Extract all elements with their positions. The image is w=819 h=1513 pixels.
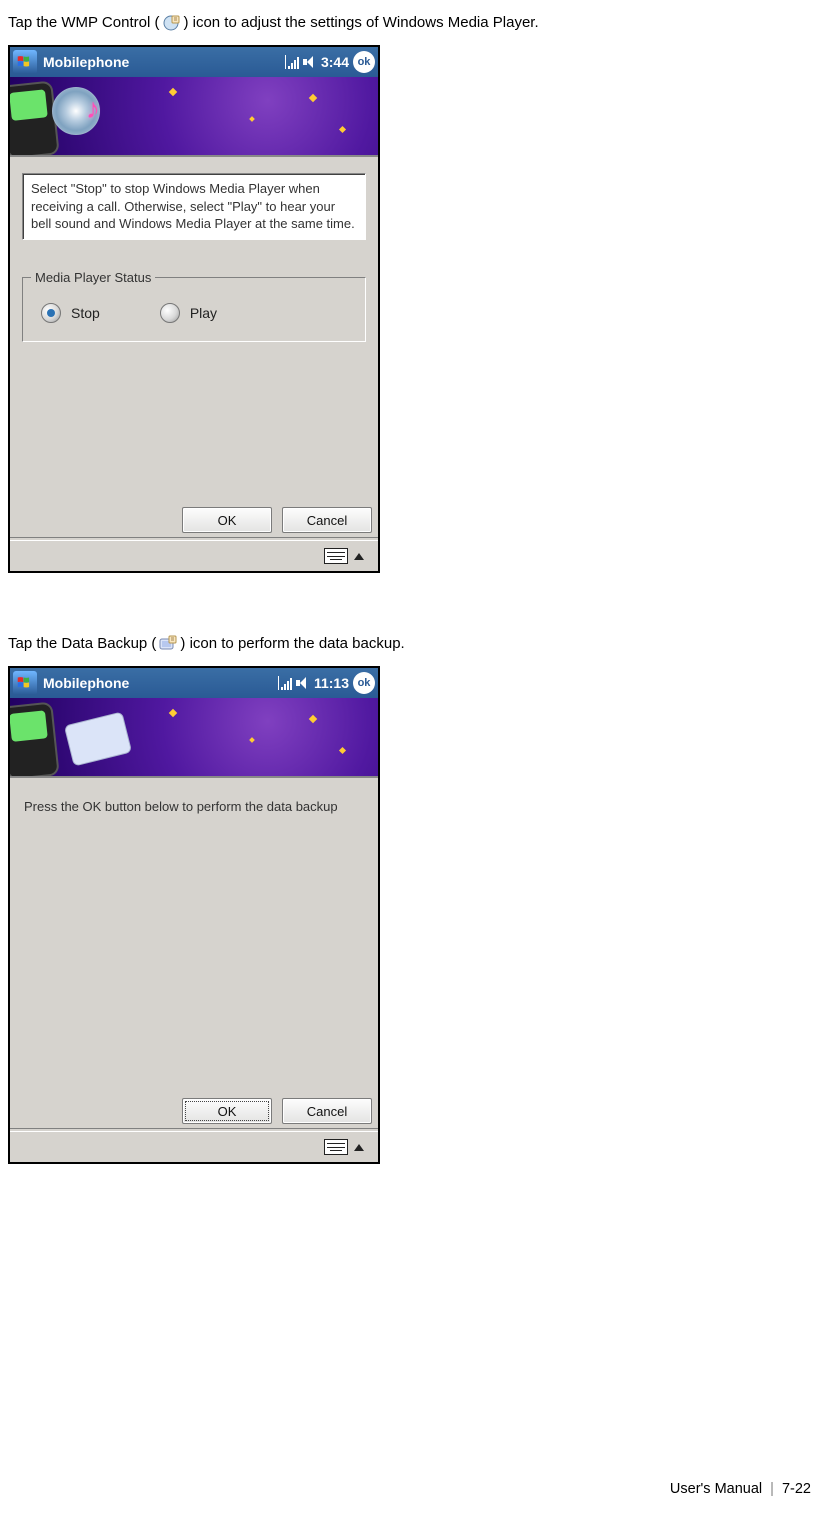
app-banner-backup bbox=[10, 698, 378, 778]
start-icon[interactable] bbox=[13, 671, 37, 695]
footer-label: User's Manual bbox=[670, 1481, 762, 1497]
instruction-wmp-suffix: ) icon to adjust the settings of Windows… bbox=[183, 12, 538, 33]
sip-arrow-icon[interactable] bbox=[354, 553, 364, 560]
ok-button-label: OK bbox=[218, 513, 237, 528]
instruction-backup-suffix: ) icon to perform the data backup. bbox=[180, 633, 404, 654]
cancel-button-label: Cancel bbox=[307, 1104, 347, 1119]
screenshot-backup: Mobilephone 11:13 ok Press the OK button… bbox=[8, 666, 380, 1164]
ok-badge[interactable]: ok bbox=[353, 51, 375, 73]
media-player-status-group: Media Player Status Stop Play bbox=[22, 270, 366, 342]
titlebar: Mobilephone 11:13 ok bbox=[10, 668, 378, 698]
cancel-button[interactable]: Cancel bbox=[282, 1098, 372, 1124]
instruction-backup: Tap the Data Backup ( ) icon to perform … bbox=[8, 633, 811, 654]
footer-separator: | bbox=[770, 1481, 774, 1497]
titlebar-title: Mobilephone bbox=[43, 675, 278, 691]
keyboard-icon[interactable] bbox=[324, 548, 348, 564]
titlebar: Mobilephone 3:44 ok bbox=[10, 47, 378, 77]
radio-play-indicator bbox=[160, 303, 180, 323]
ok-button[interactable]: OK bbox=[182, 1098, 272, 1124]
info-text: Select "Stop" to stop Windows Media Play… bbox=[22, 173, 366, 240]
titlebar-time: 11:13 bbox=[314, 675, 349, 691]
page-footer: User's Manual | 7-22 bbox=[670, 1481, 811, 1497]
ok-badge[interactable]: ok bbox=[353, 672, 375, 694]
screenshot-wmp: Mobilephone 3:44 ok ♪ Select "Stop" to s… bbox=[8, 45, 380, 573]
cancel-button[interactable]: Cancel bbox=[282, 507, 372, 533]
ok-button[interactable]: OK bbox=[182, 507, 272, 533]
radio-play-label: Play bbox=[190, 305, 217, 321]
group-legend: Media Player Status bbox=[31, 270, 155, 285]
volume-icon[interactable] bbox=[296, 676, 310, 690]
start-icon[interactable] bbox=[13, 50, 37, 74]
instruction-wmp: Tap the WMP Control ( ) icon to adjust t… bbox=[8, 12, 811, 33]
sip-bar bbox=[10, 1132, 378, 1162]
titlebar-time: 3:44 bbox=[321, 54, 349, 70]
instruction-wmp-prefix: Tap the WMP Control ( bbox=[8, 12, 159, 33]
signal-icon[interactable] bbox=[278, 676, 292, 690]
instruction-backup-prefix: Tap the Data Backup ( bbox=[8, 633, 156, 654]
volume-icon[interactable] bbox=[303, 55, 317, 69]
sip-bar bbox=[10, 541, 378, 571]
ok-button-label: OK bbox=[218, 1104, 237, 1119]
data-backup-icon bbox=[158, 634, 178, 654]
wmp-control-icon bbox=[161, 13, 181, 33]
radio-stop-label: Stop bbox=[71, 305, 100, 321]
signal-icon[interactable] bbox=[285, 55, 299, 69]
titlebar-title: Mobilephone bbox=[43, 54, 285, 70]
radio-play[interactable]: Play bbox=[160, 303, 217, 323]
keyboard-icon[interactable] bbox=[324, 1139, 348, 1155]
cancel-button-label: Cancel bbox=[307, 513, 347, 528]
radio-stop[interactable]: Stop bbox=[41, 303, 100, 323]
app-banner-wmp: ♪ bbox=[10, 77, 378, 157]
backup-body-text: Press the OK button below to perform the… bbox=[20, 788, 368, 826]
radio-stop-indicator bbox=[41, 303, 61, 323]
sip-arrow-icon[interactable] bbox=[354, 1144, 364, 1151]
footer-page: 7-22 bbox=[782, 1481, 811, 1497]
